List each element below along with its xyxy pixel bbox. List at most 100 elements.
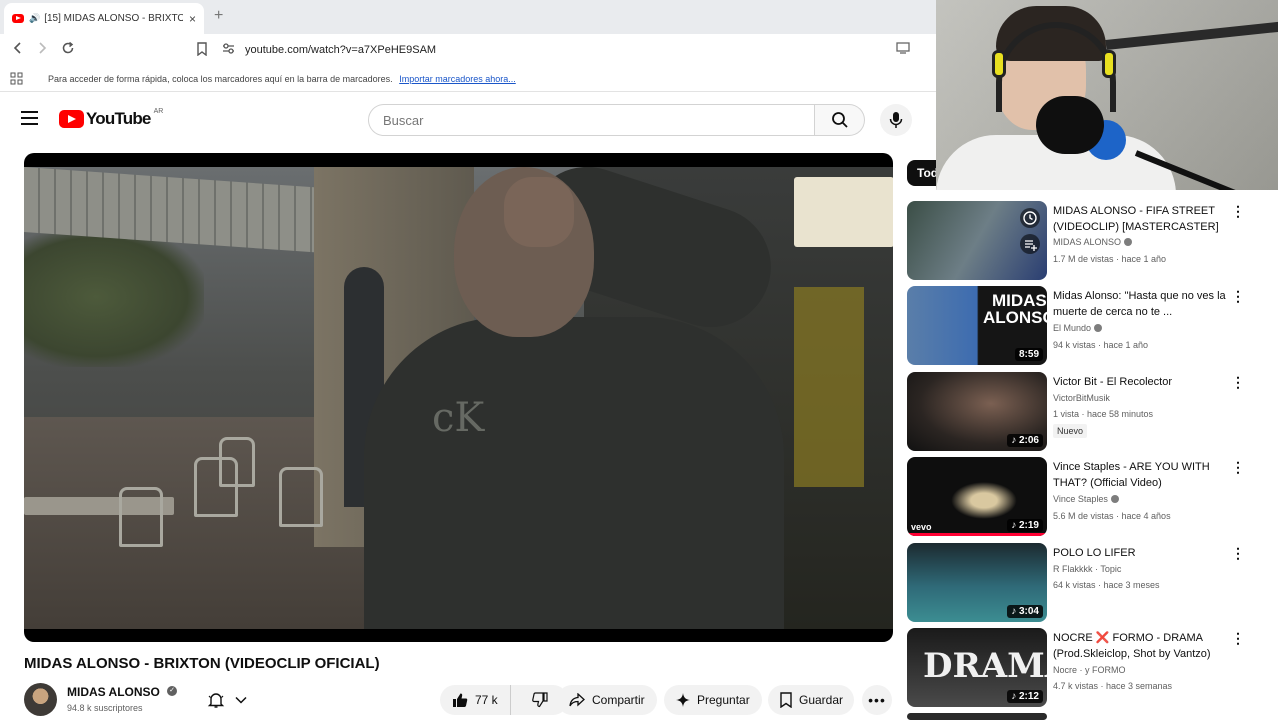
reload-icon[interactable] (57, 41, 79, 59)
video-thumbnail[interactable]: vevo ♪ 2:19 (907, 457, 1047, 536)
recommendation-title[interactable]: POLO LO LIFER (1053, 545, 1229, 561)
kebab-icon[interactable]: ⋮ (1231, 459, 1245, 476)
video-thumbnail[interactable]: ♪ 3:04 (907, 543, 1047, 622)
forward-icon[interactable] (31, 41, 53, 59)
recommendation-meta: 5.6 M de vistas · hace 4 años (1053, 511, 1171, 521)
verified-icon (1124, 238, 1133, 246)
import-bookmarks-link[interactable]: Importar marcadores ahora... (399, 74, 516, 84)
video-title: MIDAS ALONSO - BRIXTON (VIDEOCLIP OFICIA… (24, 655, 380, 672)
recommendation-item[interactable]: MIDAS ALONSO 8:59 Midas Alonso: "Hasta q… (907, 286, 1278, 366)
video-duration: ♪ 2:19 (1007, 519, 1043, 532)
recommendation-meta: 94 k vistas · hace 1 año (1053, 340, 1149, 350)
more-actions-button[interactable]: ••• (862, 685, 892, 715)
bookmarks-hint-text: Para acceder de forma rápida, coloca los… (48, 74, 393, 84)
recommendation-channel[interactable]: Nocre · y FORMO (1053, 665, 1126, 675)
vevo-logo: vevo (911, 522, 932, 532)
apps-grid-icon[interactable] (10, 72, 23, 88)
save-button[interactable]: Guardar (768, 685, 854, 715)
ask-button[interactable]: Preguntar (664, 685, 762, 715)
browser-tab-active[interactable]: 🔊 [15] MIDAS ALONSO - BRIXTO × (4, 3, 204, 34)
site-settings-icon[interactable] (222, 43, 235, 57)
save-label: Guardar (799, 693, 844, 707)
recommendation-meta: 64 k vistas · hace 3 meses (1053, 580, 1160, 590)
back-icon[interactable] (7, 41, 29, 59)
url-field[interactable]: youtube.com/watch?v=a7XPeHE9SAM (222, 39, 936, 61)
video-thumbnail[interactable] (907, 713, 1047, 720)
recommendation-item[interactable]: ♪ 2:06 Victor Bit - El Recolector Victor… (907, 372, 1278, 452)
subscriber-count: 94.8 k suscriptores (67, 703, 143, 713)
video-thumbnail[interactable]: ♪ 2:06 (907, 372, 1047, 451)
video-thumbnail[interactable]: MIDAS ALONSO 8:59 (907, 286, 1047, 365)
kebab-icon[interactable]: ⋮ (1231, 545, 1245, 562)
like-button[interactable]: 77 k (440, 685, 511, 715)
video-duration: 8:59 (1014, 348, 1043, 361)
recommendation-channel[interactable]: VictorBitMusik (1053, 393, 1110, 403)
verified-icon (1110, 495, 1119, 503)
youtube-header: YouTube AR Buscar (0, 92, 936, 148)
voice-search-button[interactable] (880, 104, 912, 136)
search-placeholder: Buscar (383, 112, 424, 128)
video-thumbnail[interactable]: DRAMA ♪ 2:12 (907, 628, 1047, 707)
tab-title: [15] MIDAS ALONSO - BRIXTO (44, 13, 183, 24)
subscription-bell-button[interactable] (192, 685, 262, 715)
channel-name[interactable]: MIDAS ALONSO (67, 685, 160, 699)
cast-icon[interactable] (896, 42, 910, 57)
video-player[interactable]: cK (24, 153, 893, 642)
webcam-overlay (936, 0, 1278, 190)
recommendation-item[interactable]: ♪ 3:04 POLO LO LIFER R Flakkkk · Topic 6… (907, 543, 1278, 623)
watch-later-icon[interactable] (1019, 207, 1041, 229)
bookmark-icon[interactable] (196, 42, 208, 59)
kebab-icon[interactable]: ⋮ (1231, 203, 1245, 220)
youtube-logo[interactable]: YouTube AR (59, 107, 164, 129)
bookmarks-hint: Para acceder de forma rápida, coloca los… (48, 74, 516, 84)
recommendation-title[interactable]: Midas Alonso: "Hasta que no ves la muert… (1053, 288, 1229, 320)
watch-progress-bar (907, 533, 1047, 536)
dislike-icon (531, 692, 548, 708)
kebab-icon[interactable]: ⋮ (1231, 288, 1245, 305)
kebab-icon[interactable]: ⋮ (1231, 630, 1245, 647)
speaker-icon[interactable]: 🔊 (29, 13, 40, 24)
recommendation-item[interactable]: vevo ♪ 2:19 Vince Staples - ARE YOU WITH… (907, 457, 1278, 537)
recommendation-title[interactable]: MIDAS ALONSO - FIFA STREET (VIDEOCLIP) [… (1053, 203, 1229, 235)
sparkle-icon (676, 693, 690, 707)
verified-icon: ✓ (167, 686, 177, 696)
mic-icon (889, 112, 903, 128)
recommendation-channel[interactable]: R Flakkkk · Topic (1053, 564, 1121, 574)
recommendation-channel[interactable]: El Mundo (1053, 323, 1103, 333)
share-button[interactable]: Compartir (557, 685, 657, 715)
hamburger-icon[interactable] (21, 111, 38, 125)
video-duration: ♪ 2:12 (1007, 690, 1043, 703)
search-button[interactable] (815, 104, 865, 136)
video-duration: ♪ 3:04 (1007, 605, 1043, 618)
add-to-queue-icon[interactable] (1019, 233, 1041, 255)
recommendation-item[interactable]: MIDAS ALONSO - FIFA STREET (VIDEOCLIP) [… (907, 201, 1278, 281)
youtube-play-icon (59, 110, 84, 128)
channel-avatar[interactable] (24, 683, 57, 716)
recommendation-item[interactable] (907, 713, 1278, 720)
kebab-icon[interactable]: ⋮ (1231, 374, 1245, 391)
search-input[interactable]: Buscar (368, 104, 815, 136)
region-code: AR (153, 107, 164, 115)
recommendation-meta: 4.7 k vistas · hace 3 semanas (1053, 681, 1173, 691)
recommendation-title[interactable]: Vince Staples - ARE YOU WITH THAT? (Offi… (1053, 459, 1229, 491)
recommendation-title[interactable]: Victor Bit - El Recolector (1053, 374, 1229, 390)
tab-close-icon[interactable]: × (189, 12, 196, 26)
like-icon (453, 693, 468, 707)
youtube-favicon-icon (12, 14, 24, 23)
dislike-button[interactable] (518, 685, 562, 715)
share-icon (569, 693, 585, 707)
recommendation-title[interactable]: NOCRE ❌ FORMO - DRAMA (Prod.Skleiclop, S… (1053, 630, 1229, 662)
video-thumbnail[interactable] (907, 201, 1047, 280)
youtube-logo-text: YouTube (86, 109, 151, 128)
url-text: youtube.com/watch?v=a7XPeHE9SAM (245, 44, 437, 56)
share-label: Compartir (592, 693, 645, 707)
recommendation-channel[interactable]: Vince Staples (1053, 494, 1119, 504)
more-icon: ••• (868, 692, 886, 708)
new-tab-button[interactable]: + (214, 7, 223, 25)
like-dislike-group: 77 k (440, 685, 568, 715)
recommendation-channel[interactable]: MIDAS ALONSO (1053, 237, 1133, 247)
thumbnail-text: MIDAS ALONSO (983, 291, 1047, 327)
new-badge: Nuevo (1053, 424, 1088, 438)
recommendation-item[interactable]: DRAMA ♪ 2:12 NOCRE ❌ FORMO - DRAMA (Prod… (907, 628, 1278, 708)
video-frame: cK (24, 167, 893, 629)
